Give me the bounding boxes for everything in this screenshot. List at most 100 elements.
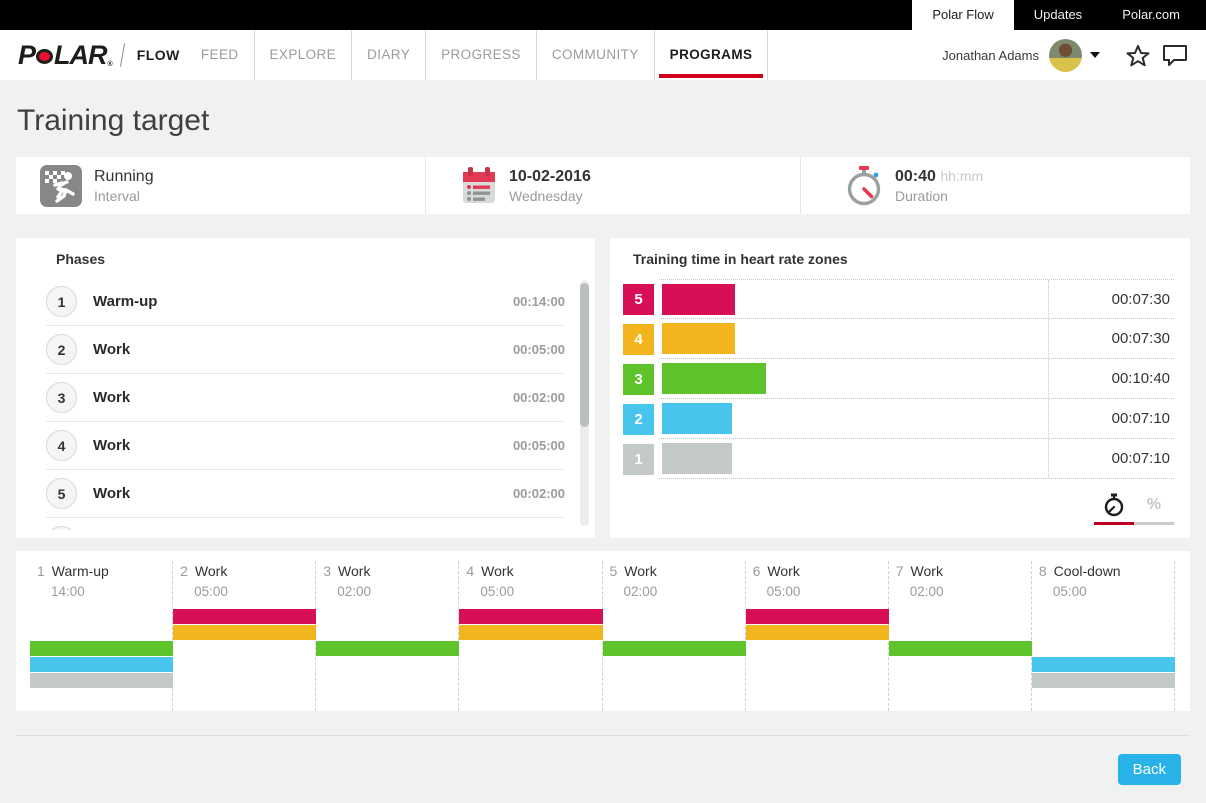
- timeline-segment-duration: 02:00: [337, 584, 458, 599]
- timeline-segment-bars: [30, 609, 172, 690]
- timeline-segment: 6Work05:00: [746, 561, 889, 711]
- nav-item-explore[interactable]: EXPLORE: [255, 30, 353, 80]
- timeline-segment-bars: [746, 609, 888, 690]
- phase-row: 4Work00:05:00: [46, 422, 565, 470]
- timeline-zone-bar: [173, 625, 316, 640]
- back-button[interactable]: Back: [1118, 754, 1181, 785]
- user-name[interactable]: Jonathan Adams: [942, 48, 1039, 63]
- zone-bar-track: [659, 319, 1049, 358]
- phase-name: Work: [93, 389, 130, 406]
- timeline-zone-bar: [459, 625, 602, 640]
- zone-number-badge: 4: [623, 324, 654, 355]
- phase-number: [46, 526, 77, 530]
- timeline-segment-number: 4: [466, 563, 474, 579]
- user-avatar[interactable]: [1049, 39, 1082, 72]
- phase-number: 2: [46, 334, 77, 365]
- nav-item-progress[interactable]: PROGRESS: [426, 30, 537, 80]
- phases-scrollbar-track[interactable]: [580, 280, 589, 526]
- topbar-tab-updates[interactable]: Updates: [1014, 0, 1102, 30]
- timeline-segment-number: 7: [896, 563, 904, 579]
- zone-row-body: 00:07:10: [659, 439, 1174, 479]
- logo-red-o-icon: [36, 49, 53, 64]
- topbar-tab-polar-flow[interactable]: Polar Flow: [912, 0, 1013, 30]
- timeline-segment-name: Work: [767, 563, 799, 579]
- timeline-segment-header: 2 Work: [173, 563, 315, 579]
- timeline-segment-name: Work: [624, 563, 656, 579]
- timeline-segment: 8Cool-down05:00: [1032, 561, 1175, 711]
- phase-row: 1Warm-up00:14:00: [46, 278, 565, 326]
- phase-name: Work: [93, 485, 130, 502]
- timeline-zone-bar: [316, 641, 459, 656]
- zone-bar-track: [659, 280, 1049, 318]
- zone-time-value: 00:10:40: [1049, 370, 1174, 387]
- timeline-segment-number: 3: [323, 563, 331, 579]
- timeline-segment-number: 2: [180, 563, 188, 579]
- timeline-segment-duration: 14:00: [51, 584, 172, 599]
- phase-duration: 00:14:00: [513, 294, 565, 309]
- phase-timeline: 1Warm-up14:002Work05:003Work02:004Work05…: [16, 551, 1190, 711]
- phase-duration: 00:05:00: [513, 342, 565, 357]
- polar-logo[interactable]: PLAR®: [18, 40, 112, 71]
- zone-bar-track: [659, 359, 1049, 398]
- timeline-segment-bars: [603, 609, 745, 690]
- phase-name: Work: [93, 341, 130, 358]
- zone-row-body: 00:10:40: [659, 359, 1174, 399]
- phase-number: 4: [46, 430, 77, 461]
- zone-number-badge: 5: [623, 284, 654, 315]
- zone-bar: [662, 403, 732, 434]
- phase-number: 3: [46, 382, 77, 413]
- nav-item-community[interactable]: COMMUNITY: [537, 30, 655, 80]
- zone-bar: [662, 363, 766, 394]
- duration-summary: 00:40 hh:mm Duration: [800, 157, 1190, 214]
- timeline-segment: 2Work05:00: [173, 561, 316, 711]
- toggle-percent-button[interactable]: %: [1134, 485, 1174, 525]
- zone-time-value: 00:07:10: [1049, 450, 1174, 467]
- zone-bar-track: [659, 439, 1049, 478]
- target-weekday: Wednesday: [509, 188, 591, 204]
- timeline-segment-duration: 05:00: [767, 584, 888, 599]
- phase-name: Warm-up: [93, 293, 157, 310]
- timeline-segment-bars: [316, 609, 458, 690]
- topbar-tab-polar-com[interactable]: Polar.com: [1102, 0, 1200, 30]
- phases-list: 1Warm-up00:14:002Work00:05:003Work00:02:…: [46, 278, 595, 530]
- timeline-segment-name: Warm-up: [52, 563, 109, 579]
- phases-scrollbar-thumb[interactable]: [580, 283, 589, 427]
- timeline-segment-header: 3Work: [316, 563, 458, 579]
- date-summary: 10-02-2016 Wednesday: [425, 157, 800, 214]
- zones-title: Training time in heart rate zones: [633, 251, 1174, 267]
- stopwatch-icon: [845, 165, 883, 207]
- nav-item-flow[interactable]: FLOW: [137, 47, 180, 63]
- timeline-segment-bars: [889, 609, 1031, 690]
- phase-duration: 00:02:00: [513, 486, 565, 501]
- nav-item-feed[interactable]: FEED: [186, 30, 255, 80]
- zone-number-badge: 3: [623, 364, 654, 395]
- timeline-zone-bar: [889, 641, 1032, 656]
- nav-item-diary[interactable]: DIARY: [352, 30, 426, 80]
- nav-item-programs[interactable]: PROGRAMS: [655, 30, 769, 80]
- zone-number-badge: 2: [623, 404, 654, 435]
- sport-name: Running: [94, 168, 154, 186]
- phases-panel: Phases 1Warm-up00:14:002Work00:05:003Wor…: [16, 238, 595, 538]
- timeline-segment: 4Work05:00: [459, 561, 602, 711]
- toggle-time-button[interactable]: [1094, 485, 1134, 525]
- running-sport-icon: [40, 165, 82, 207]
- zone-row: 4 00:07:30: [623, 319, 1174, 359]
- timeline-zone-bar: [30, 657, 173, 672]
- timeline-segment-duration: 02:00: [910, 584, 1031, 599]
- zone-time-value: 00:07:30: [1049, 291, 1174, 308]
- stopwatch-toggle-icon: [1103, 493, 1125, 517]
- main-navbar: PLAR® FLOW FEEDEXPLOREDIARYPROGRESSCOMMU…: [0, 30, 1206, 80]
- chat-bubble-icon[interactable]: [1162, 44, 1188, 66]
- chevron-down-icon[interactable]: [1090, 52, 1100, 58]
- timeline-segment: 5Work02:00: [603, 561, 746, 711]
- zone-time-value: 00:07:10: [1049, 410, 1174, 427]
- timeline-zone-bar: [746, 625, 889, 640]
- calendar-icon: [461, 166, 497, 206]
- favorites-star-icon[interactable]: [1126, 44, 1150, 67]
- zone-time-value: 00:07:30: [1049, 330, 1174, 347]
- timeline-segment-number: 5: [610, 563, 618, 579]
- timeline-zone-bar: [30, 673, 173, 688]
- phase-row: [46, 518, 565, 530]
- timeline-segment-name: Work: [195, 563, 227, 579]
- timeline-segment-header: 4Work: [459, 563, 601, 579]
